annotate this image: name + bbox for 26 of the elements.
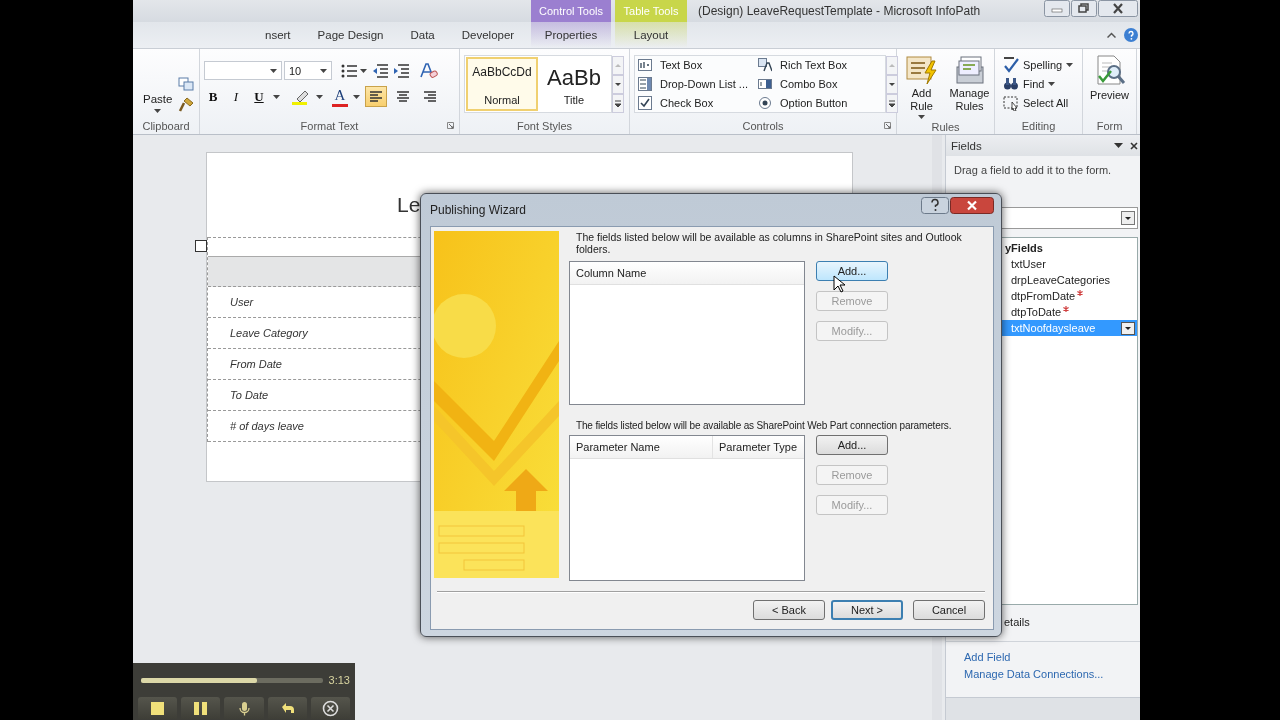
field-label: # of days leave — [230, 420, 304, 432]
group-label: Editing — [1021, 119, 1056, 132]
style-sample: AaBb — [547, 65, 601, 91]
style-sample: AaBbCcDd — [472, 65, 532, 79]
field-label: From Date — [230, 358, 282, 370]
group-label: Controls — [742, 119, 784, 132]
context-tab-header: Control Tools — [531, 0, 611, 22]
instruction-text: The fields listed below will be available as SharePoint Web Part connection parameters. — [575, 419, 953, 433]
context-tab-header: Table Tools — [615, 0, 687, 22]
group-label: Format Text — [300, 119, 359, 132]
style-name: Normal — [484, 94, 520, 106]
form-title: Le — [397, 193, 421, 216]
group-label: Font Styles — [517, 119, 572, 132]
group-label: Form — [1096, 119, 1123, 132]
pane-header: Fields — [946, 135, 1140, 156]
field-label: User — [230, 296, 254, 308]
instruction-text: The fields listed below will be available as columns in SharePoint sites and Outlook folders. — [575, 231, 963, 257]
window-title: (Design) LeaveRequestTemplate - Microsoft InfoPath — [698, 4, 981, 18]
style-name: Title — [563, 94, 585, 106]
dialog-title: Publishing Wizard — [430, 203, 527, 217]
field-label: To Date — [230, 389, 269, 401]
field-label: Leave Category — [230, 327, 308, 339]
group-label: Rules — [931, 120, 960, 133]
group-label: Clipboard — [142, 119, 190, 132]
elapsed-time: 3:13 — [328, 674, 350, 686]
pane-hint: Drag a field to add it to the form. — [954, 164, 1112, 177]
